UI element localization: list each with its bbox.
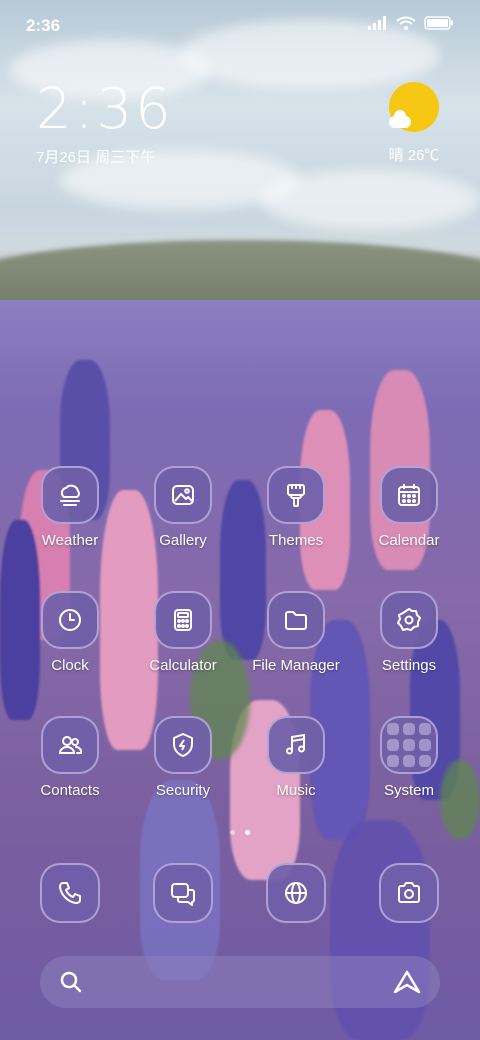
- battery-icon: [424, 16, 453, 30]
- app-label: Music: [276, 782, 316, 799]
- folder-icon: [267, 591, 325, 649]
- app-file-manager[interactable]: File Manager: [241, 591, 351, 674]
- signal-icon: [368, 16, 386, 30]
- app-label: Gallery: [159, 532, 207, 549]
- app-security[interactable]: Security: [128, 716, 238, 799]
- app-label: Calculator: [149, 657, 217, 674]
- themes-icon: [267, 466, 325, 524]
- app-weather[interactable]: Weather: [15, 466, 125, 549]
- gallery-icon: [154, 466, 212, 524]
- app-settings[interactable]: Settings: [354, 591, 464, 674]
- weather-widget[interactable]: 晴 26℃: [384, 82, 444, 165]
- page-dot[interactable]: [230, 830, 235, 835]
- app-music[interactable]: Music: [241, 716, 351, 799]
- app-clock[interactable]: Clock: [15, 591, 125, 674]
- assistant-icon[interactable]: [392, 969, 422, 995]
- phone-icon: [40, 863, 100, 923]
- clock-time: 2:36: [36, 77, 174, 142]
- music-note-icon: [267, 716, 325, 774]
- app-label: Contacts: [40, 782, 100, 799]
- app-label: Settings: [381, 657, 437, 674]
- system-folder-icon: [380, 716, 438, 774]
- wifi-icon: [396, 16, 416, 30]
- contacts-icon: [41, 716, 99, 774]
- app-label: Themes: [268, 532, 324, 549]
- weather-text: 晴 26℃: [388, 147, 440, 164]
- dock-messages[interactable]: [128, 863, 238, 923]
- clock-widget[interactable]: 2:36 7月26日 周三下午: [36, 80, 174, 167]
- dock-camera[interactable]: [354, 863, 464, 923]
- calculator-icon: [154, 591, 212, 649]
- search-bar[interactable]: [40, 956, 440, 1008]
- status-bar: 2:36: [0, 0, 480, 50]
- search-icon[interactable]: [58, 969, 84, 995]
- sunny-weather-icon: [389, 82, 439, 132]
- app-label: Weather: [41, 532, 99, 549]
- messages-icon: [153, 863, 213, 923]
- app-label: System: [383, 782, 434, 799]
- status-time: 2:36: [26, 16, 61, 35]
- app-calendar[interactable]: Calendar: [354, 466, 464, 549]
- app-label: Security: [155, 782, 211, 799]
- browser-icon: [266, 863, 326, 923]
- dock-browser[interactable]: [241, 863, 351, 923]
- app-label: File Manager: [252, 657, 340, 674]
- app-gallery[interactable]: Gallery: [128, 466, 238, 549]
- status-icons: [368, 16, 454, 30]
- app-contacts[interactable]: Contacts: [15, 716, 125, 799]
- camera-icon: [379, 863, 439, 923]
- dock-phone[interactable]: [15, 863, 125, 923]
- clock-icon: [41, 591, 99, 649]
- clock-date: 7月26日 周三下午: [36, 149, 156, 166]
- app-calculator[interactable]: Calculator: [128, 591, 238, 674]
- shield-icon: [154, 716, 212, 774]
- gear-icon: [380, 591, 438, 649]
- app-system-folder[interactable]: System: [354, 716, 464, 799]
- calendar-icon: [380, 466, 438, 524]
- weather-icon: [41, 466, 99, 524]
- page-dot-active[interactable]: [245, 830, 250, 835]
- app-themes[interactable]: Themes: [241, 466, 351, 549]
- app-label: Clock: [51, 657, 89, 674]
- page-indicator: [0, 830, 480, 835]
- app-label: Calendar: [378, 532, 440, 549]
